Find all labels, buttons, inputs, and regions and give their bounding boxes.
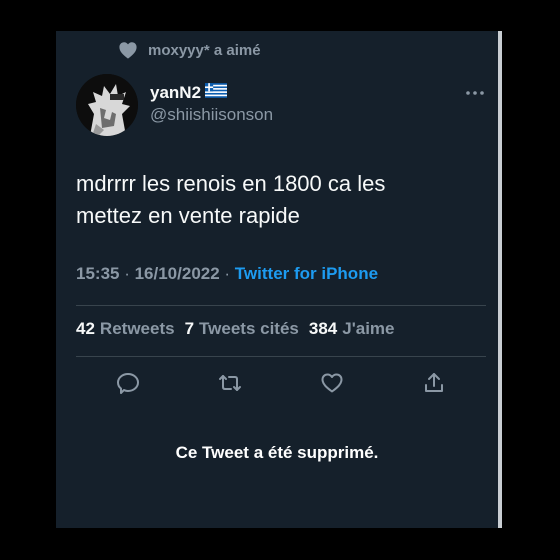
tweet-text: mdrrrr les renois en 1800 ca les mettez …: [76, 168, 476, 232]
tweet-text-line: mettez en vente rapide: [76, 203, 300, 228]
display-name[interactable]: yanN2: [150, 83, 273, 103]
heart-filled-icon: [119, 42, 137, 59]
tweet-source-link[interactable]: Twitter for iPhone: [235, 264, 378, 283]
tweet-text-line: mdrrrr les renois en 1800 ca les: [76, 171, 386, 196]
retweets-stat[interactable]: 42 Retweets: [76, 319, 175, 339]
greece-flag-icon: [205, 83, 228, 103]
social-context[interactable]: moxyyy* a aimé: [118, 35, 261, 65]
tweet-date[interactable]: 16/10/2022: [135, 264, 220, 283]
tweet-card: moxyyy* a aimé yanN2 @shiishiisonson mdr…: [56, 31, 498, 528]
divider: [76, 356, 486, 357]
like-icon[interactable]: [320, 371, 344, 395]
quotes-stat[interactable]: 7 Tweets cités: [185, 319, 299, 339]
user-handle[interactable]: @shiishiisonson: [150, 104, 273, 126]
engagement-stats: 42 Retweets 7 Tweets cités 384 J'aime: [76, 319, 395, 339]
likes-label: J'aime: [342, 319, 395, 338]
scrollbar[interactable]: [498, 31, 502, 528]
meta-separator: ·: [219, 264, 235, 283]
avatar-image: [76, 74, 138, 136]
divider: [76, 305, 486, 306]
action-bar: [116, 371, 446, 395]
more-options-icon[interactable]: [464, 83, 486, 103]
retweets-label: Retweets: [99, 319, 175, 338]
tweet-time[interactable]: 15:35: [76, 264, 119, 283]
user-info[interactable]: yanN2 @shiishiisonson: [150, 83, 273, 126]
quotes-count: 7: [184, 319, 195, 338]
deleted-notice: Ce Tweet a été supprimé.: [175, 443, 379, 462]
retweet-icon[interactable]: [218, 371, 242, 395]
likes-count: 384: [308, 319, 338, 338]
avatar[interactable]: [76, 74, 138, 136]
liked-by-text: moxyyy* a aimé: [148, 41, 261, 59]
quotes-label: Tweets cités: [199, 319, 299, 338]
display-name-text: yanN2: [150, 83, 202, 102]
tweet-meta: 15:35 · 16/10/2022 · Twitter for iPhone: [76, 264, 378, 284]
reply-icon[interactable]: [116, 371, 140, 395]
share-icon[interactable]: [422, 371, 446, 395]
likes-stat[interactable]: 384 J'aime: [309, 319, 395, 339]
meta-separator: ·: [119, 264, 135, 283]
retweets-count: 42: [76, 319, 95, 338]
